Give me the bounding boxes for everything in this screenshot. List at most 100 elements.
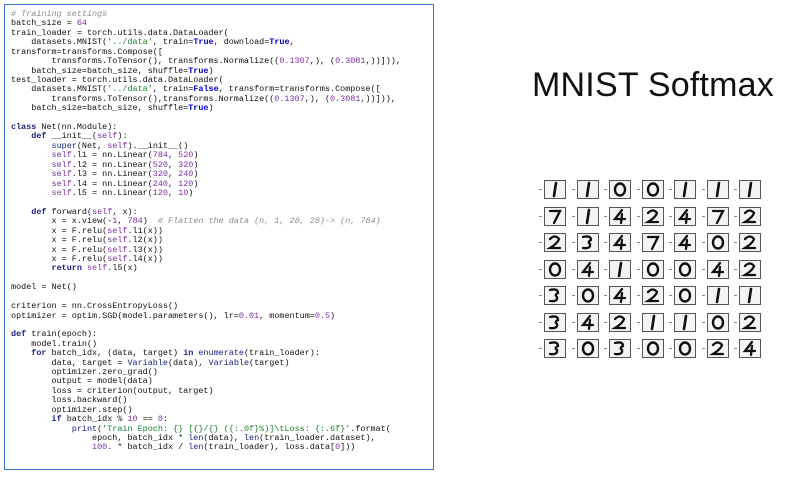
tile-connector bbox=[636, 348, 640, 349]
handwritten-digit-3 bbox=[548, 341, 560, 356]
handwritten-digit-4 bbox=[612, 234, 627, 251]
tile-connector bbox=[734, 215, 737, 217]
digit-tile bbox=[609, 206, 631, 226]
tile-connector bbox=[701, 189, 705, 190]
handwritten-digit-4 bbox=[612, 287, 627, 304]
handwritten-digit-1 bbox=[650, 314, 655, 330]
code-line: return self.l5(x) bbox=[51, 263, 138, 274]
handwritten-digit-1 bbox=[747, 287, 753, 304]
tile-connector bbox=[604, 295, 607, 296]
digit-tile bbox=[674, 312, 696, 332]
handwritten-digit-4 bbox=[580, 261, 594, 277]
handwritten-digit-3 bbox=[581, 235, 592, 250]
handwritten-digit-1 bbox=[552, 181, 558, 198]
digit-tile bbox=[576, 339, 599, 358]
tile-connector bbox=[604, 242, 607, 243]
tile-connector bbox=[669, 348, 672, 349]
tile-connector bbox=[604, 268, 607, 270]
handwritten-digit-2 bbox=[740, 208, 757, 223]
handwritten-digit-2 bbox=[740, 261, 757, 276]
tile-connector bbox=[669, 295, 672, 296]
tile-connector bbox=[636, 268, 640, 270]
digit-tile bbox=[674, 180, 696, 199]
code-line: self.l5 = nn.Linear(120, 10) bbox=[51, 188, 194, 199]
python-code: # Training settings batch_size = 64 trai… bbox=[11, 9, 433, 453]
digit-tile bbox=[641, 286, 664, 305]
digit-tile bbox=[739, 339, 761, 358]
digit-tile bbox=[544, 233, 566, 252]
handwritten-digit-0 bbox=[581, 288, 594, 303]
handwritten-digit-4 bbox=[710, 261, 724, 277]
mnist-digit-grid bbox=[536, 180, 776, 368]
tile-connector bbox=[701, 321, 705, 323]
handwritten-digit-2 bbox=[545, 235, 562, 250]
tile-connector bbox=[701, 268, 705, 270]
digit-tile bbox=[544, 206, 566, 226]
digit-tile bbox=[674, 233, 696, 252]
tile-connector bbox=[669, 215, 672, 217]
digit-tile bbox=[641, 180, 664, 199]
digit-tile bbox=[674, 259, 696, 279]
tile-connector bbox=[604, 348, 607, 349]
digit-tile bbox=[706, 339, 729, 358]
tile-connector bbox=[636, 215, 640, 217]
handwritten-digit-0 bbox=[646, 341, 659, 356]
handwritten-digit-1 bbox=[747, 181, 753, 198]
digit-tile bbox=[544, 259, 566, 279]
tile-connector bbox=[571, 242, 575, 243]
handwritten-digit-7 bbox=[646, 235, 660, 251]
tile-connector bbox=[734, 295, 737, 296]
tile-connector bbox=[539, 189, 542, 190]
tile-connector bbox=[571, 321, 575, 323]
tile-connector bbox=[539, 242, 542, 243]
handwritten-digit-1 bbox=[585, 208, 590, 224]
handwritten-digit-2 bbox=[740, 314, 757, 329]
tile-connector bbox=[734, 268, 737, 270]
tile-connector bbox=[636, 242, 640, 243]
tile-connector bbox=[669, 268, 672, 270]
handwritten-digit-4 bbox=[612, 208, 627, 224]
code-line: model = Net() bbox=[11, 282, 77, 293]
tile-connector bbox=[636, 321, 640, 323]
digit-tile bbox=[576, 259, 599, 279]
code-line: 100. * batch_idx / len(train_loader), lo… bbox=[92, 442, 356, 453]
handwritten-digit-1 bbox=[617, 261, 623, 277]
tile-connector bbox=[701, 215, 705, 217]
tile-connector bbox=[539, 295, 542, 296]
digit-tile bbox=[609, 259, 631, 279]
handwritten-digit-0 bbox=[581, 341, 594, 356]
digit-tile bbox=[641, 312, 664, 332]
handwritten-digit-2 bbox=[643, 208, 659, 223]
tile-connector bbox=[669, 321, 672, 323]
tile-connector bbox=[701, 348, 705, 349]
handwritten-digit-4 bbox=[742, 340, 757, 357]
handwritten-digit-0 bbox=[613, 182, 627, 197]
code-line: batch_size=batch_size, shuffle=True) bbox=[11, 103, 214, 114]
digit-tile bbox=[609, 233, 631, 252]
tile-connector bbox=[539, 215, 542, 217]
digit-tile bbox=[739, 286, 761, 305]
handwritten-digit-4 bbox=[677, 234, 692, 251]
tile-connector bbox=[734, 242, 737, 243]
tile-connector bbox=[539, 348, 542, 349]
digit-tile bbox=[576, 286, 599, 305]
digit-tile bbox=[706, 312, 729, 332]
tile-connector bbox=[734, 348, 737, 349]
tile-connector bbox=[734, 321, 737, 323]
digit-tile bbox=[544, 180, 566, 199]
digit-tile bbox=[576, 233, 599, 252]
tile-connector bbox=[701, 242, 705, 243]
digit-tile bbox=[739, 180, 761, 199]
code-line: optimizer = optim.SGD(model.parameters()… bbox=[11, 310, 336, 321]
handwritten-digit-3 bbox=[548, 314, 560, 329]
digit-tile bbox=[544, 312, 566, 332]
handwritten-digit-1 bbox=[585, 181, 590, 198]
handwritten-digit-0 bbox=[678, 261, 692, 277]
digit-tile bbox=[706, 180, 729, 199]
handwritten-digit-0 bbox=[548, 261, 562, 277]
tile-connector bbox=[669, 189, 672, 190]
tile-connector bbox=[571, 295, 575, 296]
handwritten-digit-7 bbox=[548, 209, 562, 224]
code-panel: # Training settings batch_size = 64 trai… bbox=[4, 4, 434, 470]
handwritten-digit-4 bbox=[580, 314, 594, 330]
